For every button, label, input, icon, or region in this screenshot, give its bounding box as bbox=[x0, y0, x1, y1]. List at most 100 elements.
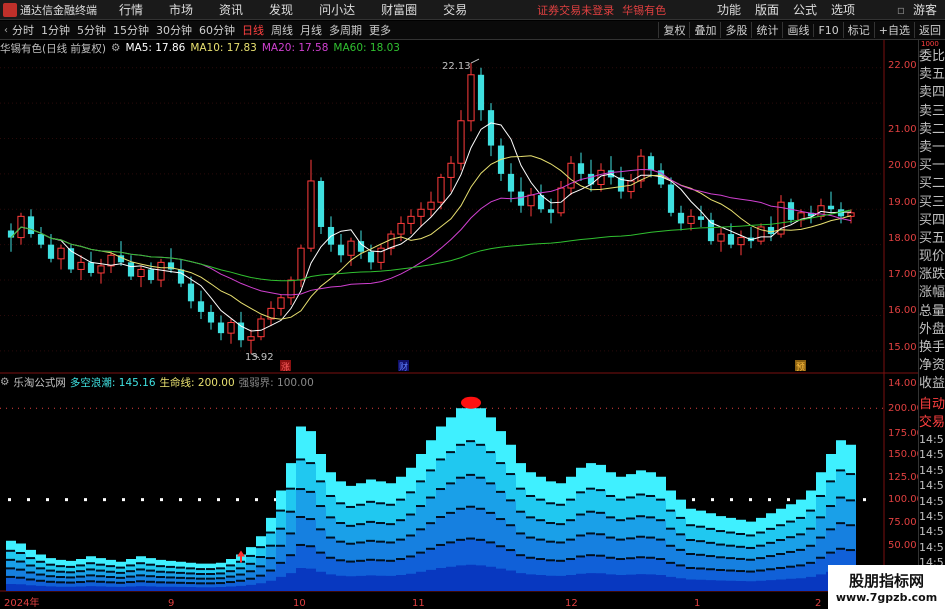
period-more[interactable]: 更多 bbox=[369, 22, 391, 38]
indicator-layer-step bbox=[476, 443, 485, 446]
indicator-layer-step bbox=[476, 538, 485, 541]
indicator-layer-step bbox=[406, 555, 415, 558]
menu-shichang[interactable]: 市场 bbox=[169, 1, 193, 18]
indicator-layer-step bbox=[846, 524, 855, 527]
indicator-layer-step bbox=[826, 528, 835, 531]
indicator-layer-step bbox=[546, 540, 555, 543]
guest-button[interactable]: 游客 bbox=[913, 1, 937, 18]
indicator-layer-step bbox=[46, 563, 55, 566]
indicator-layer-step bbox=[796, 533, 805, 536]
site-watermark: 股朋指标网 www.7gpzb.com bbox=[828, 565, 945, 609]
tool-f10[interactable]: F10 bbox=[813, 23, 842, 37]
marker-zhang[interactable]: 涨 bbox=[281, 362, 290, 373]
settings-icon[interactable]: ⚙ bbox=[0, 376, 9, 388]
tool-duogu[interactable]: 多股 bbox=[720, 22, 751, 38]
tool-fuquan[interactable]: 复权 bbox=[658, 22, 689, 38]
indicator-layer-step bbox=[306, 545, 315, 548]
period-60min[interactable]: 60分钟 bbox=[199, 22, 235, 38]
indicator-layer-step bbox=[256, 546, 265, 549]
indicator-layer-step bbox=[636, 515, 645, 518]
marker-cai[interactable]: 财 bbox=[399, 361, 408, 373]
tool-tongji[interactable]: 统计 bbox=[751, 22, 782, 38]
indicator-layer-step bbox=[456, 538, 465, 541]
indicator-layer-step bbox=[656, 538, 665, 541]
period-30min[interactable]: 30分钟 bbox=[156, 22, 192, 38]
indicator-layer-step bbox=[166, 581, 175, 584]
indicator-layer-step bbox=[566, 538, 575, 541]
period-15min[interactable]: 15分钟 bbox=[113, 22, 149, 38]
app-title: 通达信金融终端 bbox=[20, 3, 97, 17]
indicator-layer-step bbox=[356, 503, 365, 506]
tool-fanhui[interactable]: 返回 bbox=[914, 22, 945, 38]
panel-section-trade[interactable]: 交易 bbox=[919, 414, 945, 432]
indicator-layer-step bbox=[456, 443, 465, 446]
indicator-line2: 生命线: 200.00 bbox=[159, 376, 235, 389]
menu-hangqing[interactable]: 行情 bbox=[119, 1, 143, 18]
tool-huaxian[interactable]: 画线 bbox=[782, 22, 813, 38]
indicator-layer-step bbox=[356, 541, 365, 544]
indicator-layer-step bbox=[6, 567, 15, 570]
menu-gongshi[interactable]: 公式 bbox=[793, 1, 817, 18]
indicator-layer-step bbox=[586, 554, 595, 557]
low-price-label: 13.92 bbox=[245, 352, 274, 363]
indicator-layer-step bbox=[46, 580, 55, 583]
period-5min[interactable]: 5分钟 bbox=[77, 22, 106, 38]
indicator-layer-step bbox=[566, 498, 575, 501]
indicator-layer-step bbox=[836, 469, 845, 472]
tool-diejia[interactable]: 叠加 bbox=[689, 22, 720, 38]
tool-zixuan[interactable]: +自选 bbox=[873, 22, 914, 38]
marker-yu[interactable]: 预 bbox=[796, 362, 805, 373]
right-menu: 功能 版面 公式 选项 bbox=[703, 1, 855, 18]
menu-banmian[interactable]: 版面 bbox=[755, 1, 779, 18]
indicator-layer-step bbox=[776, 524, 785, 527]
indicator-layer-step bbox=[246, 570, 255, 573]
candle-body-down bbox=[507, 173, 515, 192]
menu-wenxiaoda[interactable]: 问小达 bbox=[319, 1, 355, 18]
strength-line-dot bbox=[84, 498, 87, 502]
indicator-layer-step bbox=[626, 496, 635, 499]
indicator-layer-step bbox=[406, 491, 415, 494]
candle-body-up bbox=[397, 222, 405, 235]
tool-biaoji[interactable]: 标记 bbox=[842, 22, 874, 38]
indicator-tick: 125.00 bbox=[888, 472, 918, 483]
indicator-layer-step bbox=[76, 564, 85, 567]
period-monthly[interactable]: 月线 bbox=[300, 22, 322, 38]
indicator-layer-step bbox=[716, 569, 725, 572]
menu-zixun[interactable]: 资讯 bbox=[219, 1, 243, 18]
indicator-layer-step bbox=[566, 519, 575, 522]
main-chart-legend: 华锡有色(日线 前复权) ⚙ MA5: 17.86 MA10: 17.83 MA… bbox=[0, 41, 405, 55]
indicator-layer-step bbox=[116, 576, 125, 579]
strength-line-dot bbox=[787, 498, 790, 502]
indicator-layer-step bbox=[846, 473, 855, 476]
gear-icon[interactable]: ⚙ bbox=[111, 42, 120, 54]
quote-label: 委比 bbox=[919, 49, 945, 64]
menu-xuanxiang[interactable]: 选项 bbox=[831, 1, 855, 18]
panel-section-auto[interactable]: 自动 bbox=[919, 396, 945, 414]
indicator-layer-step bbox=[426, 522, 435, 525]
chart-canvas[interactable]: 22.00 21.00 20.00 19.00 18.00 17.00 16.0… bbox=[0, 40, 918, 609]
indicator-layer-step bbox=[636, 556, 645, 559]
indicator-tick: 200.00 bbox=[888, 403, 918, 414]
period-fenshi[interactable]: 分时 bbox=[12, 22, 34, 38]
window-control-icon[interactable]: ▫ bbox=[897, 3, 905, 17]
menu-faxian[interactable]: 发现 bbox=[269, 1, 293, 18]
indicator-layer-step bbox=[296, 515, 305, 518]
indicator-layer-step bbox=[186, 582, 195, 585]
watermark-url: www.7gpzb.com bbox=[835, 591, 938, 604]
expand-chevron-icon[interactable]: ‹ bbox=[4, 25, 8, 36]
period-daily[interactable]: 日线 bbox=[242, 22, 264, 38]
indicator-layer-step bbox=[656, 558, 665, 561]
strength-line-dot bbox=[160, 498, 163, 502]
period-multi[interactable]: 多周期 bbox=[329, 22, 362, 38]
period-1min[interactable]: 1分钟 bbox=[41, 22, 70, 38]
login-warning[interactable]: 证券交易未登录 bbox=[537, 2, 614, 18]
indicator-layer-step bbox=[746, 546, 755, 549]
indicator-layer-step bbox=[586, 510, 595, 513]
indicator-layer-step bbox=[26, 571, 35, 574]
indicator-layer-step bbox=[306, 518, 315, 521]
menu-jiaoyi[interactable]: 交易 bbox=[443, 1, 467, 18]
menu-caifuquan[interactable]: 财富圈 bbox=[381, 1, 417, 18]
period-weekly[interactable]: 周线 bbox=[271, 22, 293, 38]
menu-gongneng[interactable]: 功能 bbox=[717, 1, 741, 18]
indicator-layer-step bbox=[426, 469, 435, 472]
